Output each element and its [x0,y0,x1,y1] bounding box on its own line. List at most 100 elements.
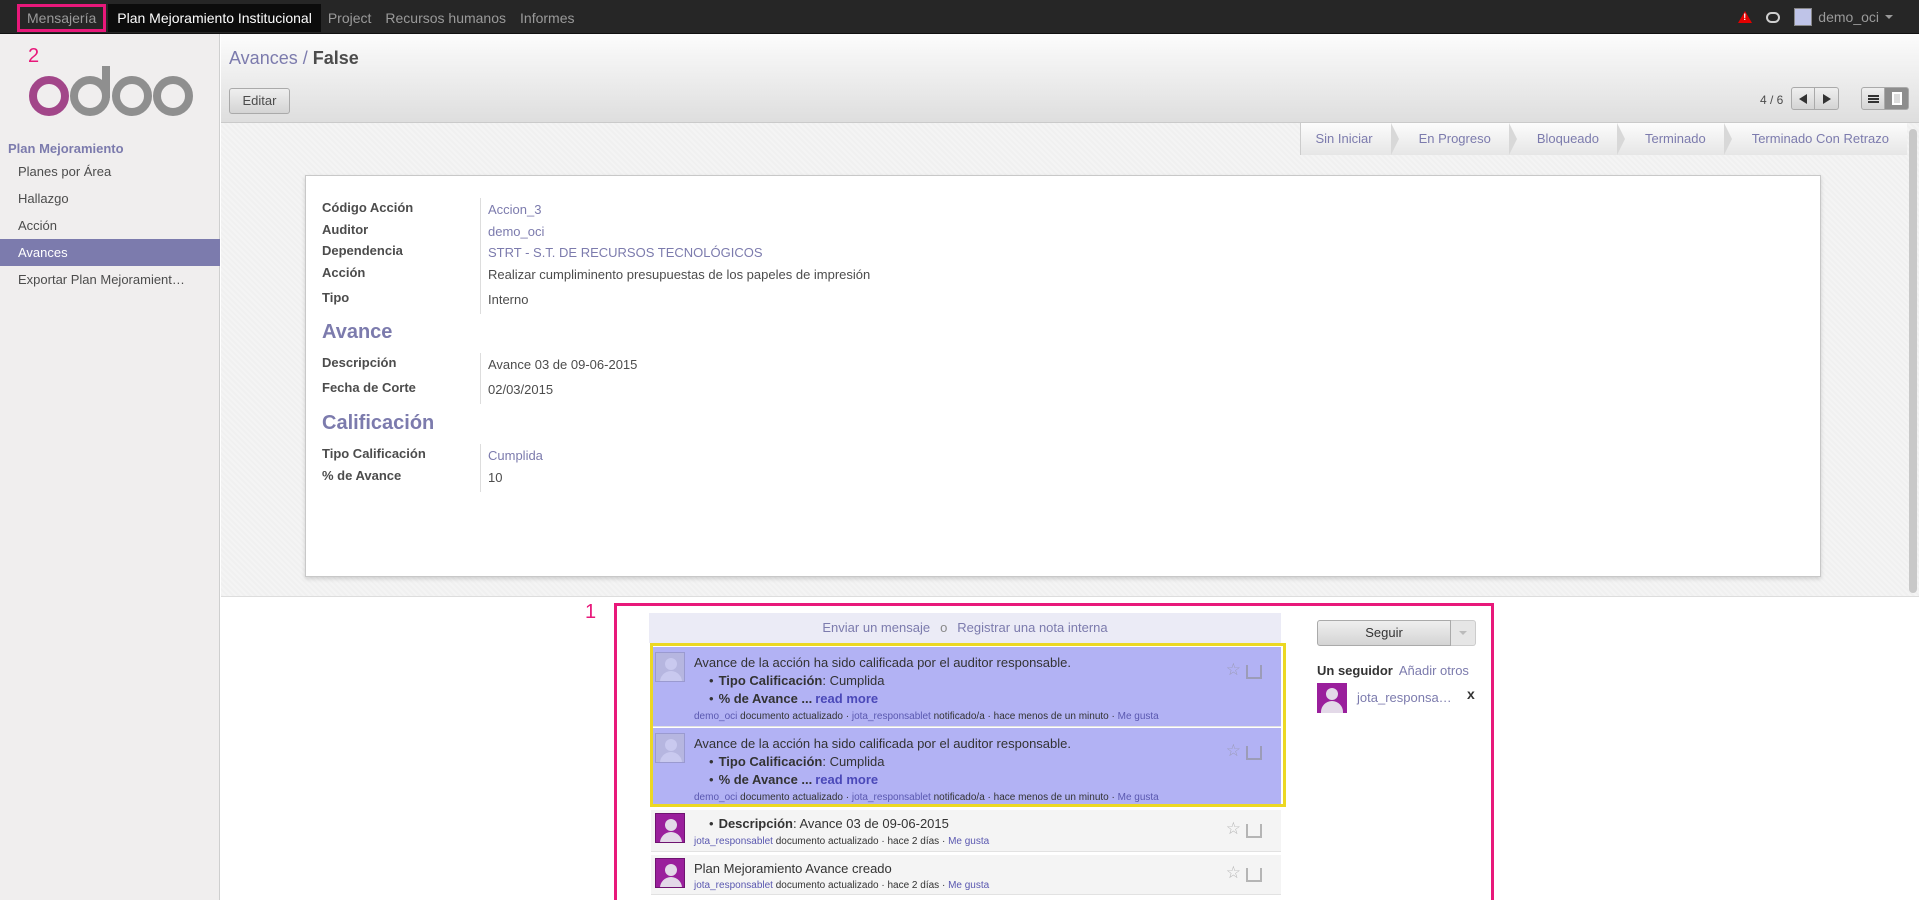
user-menu[interactable]: demo_oci [1794,8,1893,26]
download-icon[interactable] [1246,824,1262,838]
top-menu: Mensajería Plan Mejoramiento Institucion… [17,4,581,32]
stage-en-progreso[interactable]: En Progreso [1391,123,1518,155]
breadcrumb-avances[interactable]: Avances [229,48,298,68]
chat-icon[interactable] [1766,11,1781,23]
menu-mensajeria[interactable]: Mensajería [17,4,107,32]
stage-terminado[interactable]: Terminado [1617,123,1732,155]
descripcion-label: Descripción [322,355,397,370]
dependencia-label: Dependencia [322,243,403,258]
notified-link[interactable]: jota_responsablet [852,711,931,722]
author-link[interactable]: demo_oci [694,711,737,722]
author-link[interactable]: jota_responsablet [694,880,773,891]
tipo-label: Tipo [322,290,350,305]
control-panel: Avances / False Editar 4 / 6 [221,34,1919,123]
avatar-head [665,819,677,831]
status-bar: Sin Iniciar En Progreso Bloqueado Termin… [1300,123,1907,155]
avatar-head [665,864,677,876]
like-link[interactable]: Me gusta [1118,711,1159,722]
like-link[interactable]: Me gusta [948,880,989,891]
fecha-corte-label: Fecha de Corte [322,380,416,395]
download-icon[interactable] [1246,868,1262,882]
pager-counter: 4 / 6 [1760,93,1784,107]
message-bullet: % de Avance ...read more [709,691,879,706]
follow-button[interactable]: Seguir [1317,620,1451,646]
author-avatar[interactable] [655,813,685,843]
arrow-right-icon [1822,93,1831,104]
menu-plan-mejoramiento[interactable]: Plan Mejoramiento Institucional [108,4,321,32]
meta-action: documento actualizado · [737,792,852,803]
stage-terminado-con-retrazo[interactable]: Terminado Con Retrazo [1724,123,1907,155]
dependencia-value[interactable]: STRT - S.T. DE RECURSOS TECNOLÓGICOS [488,245,763,260]
sidebar-item-hallazgo[interactable]: Hallazgo [0,185,220,212]
follow-dropdown[interactable] [1451,620,1476,646]
form-icon [1891,92,1902,105]
next-record-button[interactable] [1815,87,1839,110]
follower-name[interactable]: jota_responsa… [1357,690,1452,705]
author-link[interactable]: demo_oci [694,792,737,803]
star-icon[interactable]: ☆ [1226,741,1241,761]
scrollbar[interactable] [1909,129,1917,593]
message-title: Avance de la acción ha sido calificada p… [694,655,1071,670]
list-icon [1867,94,1879,103]
star-icon[interactable]: ☆ [1226,660,1241,680]
notified-link[interactable]: jota_responsablet [852,792,931,803]
star-icon[interactable]: ☆ [1226,863,1241,883]
send-message-link[interactable]: Enviar un mensaje [822,620,930,635]
author-avatar[interactable] [655,733,685,763]
stage-bloqueado[interactable]: Bloqueado [1509,123,1626,155]
divider [480,288,481,314]
sidebar-section-title: Plan Mejoramiento [8,141,124,156]
add-followers-link[interactable]: Añadir otros [1399,663,1469,678]
download-icon[interactable] [1246,665,1262,679]
porcentaje-avance-value: 10 [488,470,503,485]
remove-follower-icon[interactable]: x [1467,686,1475,702]
like-link[interactable]: Me gusta [948,836,989,847]
message-meta: jota_responsablet documento actualizado … [694,836,989,847]
auditor-label: Auditor [322,222,369,237]
form-sheet: Código Acción Accion_3 Auditor demo_oci … [305,175,1821,577]
read-more-link[interactable]: read more [815,691,878,706]
odoo-logo[interactable] [26,66,196,120]
warning-icon[interactable] [1738,11,1753,23]
menu-recursos-humanos[interactable]: Recursos humanos [378,4,513,32]
like-link[interactable]: Me gusta [1118,792,1159,803]
sidebar-item-exportar[interactable]: Exportar Plan Mejoramient… [0,266,220,293]
fecha-corte-value: 02/03/2015 [488,382,554,397]
bullet-label: Tipo Calificación [718,754,823,769]
followers-count: Un seguidor [1317,663,1393,678]
codigo-accion-value[interactable]: Accion_3 [488,202,541,217]
annotation-number-1: 1 [585,601,597,623]
form-view-button[interactable] [1885,87,1909,110]
edit-button[interactable]: Editar [229,88,290,114]
sidebar-item-planes[interactable]: Planes por Área [0,158,220,185]
read-more-link[interactable]: read more [815,772,878,787]
avatar-head [1326,688,1338,700]
chatter-message: Plan Mejoramiento Avance creado jota_res… [651,855,1281,895]
view-switcher [1861,87,1909,110]
bullet-label: Descripción [718,816,793,831]
codigo-accion-label: Código Acción [322,200,414,215]
sidebar-item-avances[interactable]: Avances [0,239,220,266]
download-icon[interactable] [1246,746,1262,760]
tipo-calificacion-value[interactable]: Cumplida [488,448,543,463]
avatar-body [660,752,682,762]
sidebar-item-accion[interactable]: Acción [0,212,220,239]
stage-sin-iniciar[interactable]: Sin Iniciar [1301,123,1399,155]
auditor-value[interactable]: demo_oci [488,224,544,239]
bullet-label: % de Avance ... [718,691,813,706]
message-bullet: Descripción: Avance 03 de 09-06-2015 [709,816,949,831]
author-link[interactable]: jota_responsablet [694,836,773,847]
bullet-value: : Cumplida [822,754,885,769]
menu-informes[interactable]: Informes [513,4,581,32]
log-note-link[interactable]: Registrar una nota interna [957,620,1107,635]
star-icon[interactable]: ☆ [1226,819,1241,839]
list-view-button[interactable] [1861,87,1885,110]
author-avatar[interactable] [655,652,685,682]
calificacion-heading: Calificación [322,412,435,434]
message-bullet: Tipo Calificación: Cumplida [709,673,885,688]
avatar-head [665,739,677,751]
menu-project[interactable]: Project [321,4,379,32]
author-avatar[interactable] [655,858,685,888]
previous-record-button[interactable] [1791,87,1815,110]
accion-label: Acción [322,265,366,280]
